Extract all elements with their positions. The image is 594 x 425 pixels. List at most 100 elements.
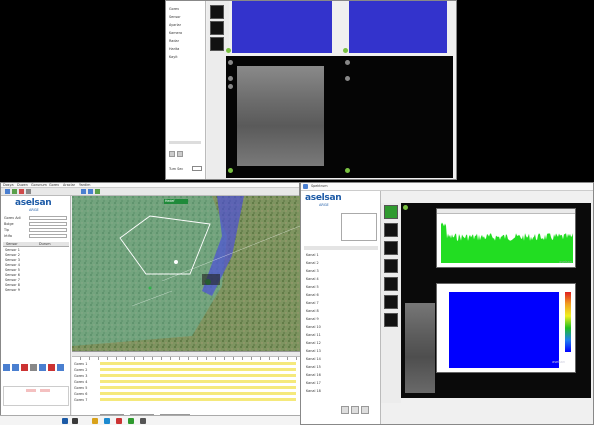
tool-button[interactable] [341, 406, 349, 414]
layout-6-button[interactable] [384, 295, 398, 309]
tree-item[interactable]: Kanal 18 [306, 389, 321, 393]
scrollbar[interactable] [169, 141, 201, 144]
play-button[interactable] [3, 364, 10, 371]
layout-2-button[interactable] [384, 223, 398, 237]
tool-button[interactable] [361, 406, 369, 414]
tree-item[interactable]: Kanal 6 [306, 293, 319, 297]
sidebar-row[interactable]: Ayarlar [169, 23, 181, 27]
layout-1-button[interactable] [210, 5, 224, 19]
start-icon[interactable] [62, 418, 68, 424]
layout-4-button[interactable] [384, 259, 398, 273]
tree-item[interactable]: Sensor 2 [5, 253, 20, 257]
camera-feed-3[interactable] [226, 56, 346, 178]
altitude-input[interactable] [29, 234, 67, 238]
remove-button[interactable] [48, 364, 55, 371]
tree-item[interactable]: Kanal 4 [306, 277, 319, 281]
app-icon[interactable] [140, 418, 146, 424]
sidebar-row[interactable]: Kayit [169, 55, 178, 59]
layout-7-button[interactable] [384, 313, 398, 327]
folder-icon[interactable] [92, 418, 98, 424]
timeline-track[interactable] [100, 368, 296, 371]
sidebar-row[interactable]: Gorev [169, 7, 179, 11]
menu-item[interactable]: Gorunum [31, 183, 47, 187]
tree-item[interactable]: Sensor 9 [5, 288, 20, 292]
sidebar-row[interactable]: Radar [169, 39, 179, 43]
tree-item[interactable]: Sensor 1 [5, 248, 20, 252]
tree-item[interactable]: Kanal 15 [306, 365, 321, 369]
region-input[interactable] [29, 222, 67, 226]
feed-control-icon[interactable] [228, 84, 233, 89]
camera-feed-2[interactable] [349, 1, 447, 53]
tree-item[interactable]: Kanal 1 [306, 253, 319, 257]
tool-button[interactable] [169, 151, 175, 157]
menu-item[interactable]: Duzen [17, 183, 28, 187]
camera-feed-1[interactable] [232, 1, 332, 53]
timeline-track[interactable] [100, 374, 296, 377]
tree-item[interactable]: Kanal 3 [306, 269, 319, 273]
app-icon[interactable] [128, 418, 134, 424]
tree-item[interactable]: Sensor 7 [5, 278, 20, 282]
pause-button[interactable] [12, 364, 19, 371]
tree-item[interactable]: Kanal 8 [306, 309, 319, 313]
spectrum-plot[interactable]: aselsan [436, 208, 576, 268]
waterfall-plot[interactable]: aselsan [436, 283, 576, 373]
tree-item[interactable]: Kanal 16 [306, 373, 321, 377]
menu-item[interactable]: Yardim [79, 183, 90, 187]
delete-button[interactable] [21, 364, 28, 371]
layout-1-button[interactable] [384, 205, 398, 219]
tree-item[interactable]: Kanal 11 [306, 333, 321, 337]
tree-item[interactable]: Kanal 12 [306, 341, 321, 345]
tool-button[interactable] [351, 406, 359, 414]
menu-item[interactable]: Araclar [63, 183, 75, 187]
timeline-track[interactable] [100, 362, 296, 365]
timeline-track[interactable] [100, 386, 296, 389]
tab-strip[interactable] [304, 246, 378, 250]
stop-icon[interactable] [19, 189, 24, 194]
menu-item[interactable]: Dosya [3, 183, 14, 187]
tree-item[interactable]: Sensor 3 [5, 258, 20, 262]
sidebar-row[interactable]: Kamera [169, 31, 182, 35]
layout-2-button[interactable] [210, 21, 224, 35]
tree-item[interactable]: Kanal 5 [306, 285, 319, 289]
layout-5-button[interactable] [384, 277, 398, 291]
tree-item[interactable]: Sensor 4 [5, 263, 20, 267]
app-icon[interactable] [116, 418, 122, 424]
tree-item[interactable]: Kanal 2 [306, 261, 319, 265]
layout-3-button[interactable] [384, 241, 398, 255]
add-button[interactable] [39, 364, 46, 371]
satellite-map[interactable]: Hedef [72, 196, 300, 351]
timeline-track[interactable] [100, 380, 296, 383]
export-button[interactable] [57, 364, 64, 371]
save-icon[interactable] [12, 189, 17, 194]
layout-3-button[interactable] [210, 37, 224, 51]
tool-button[interactable] [177, 151, 183, 157]
edit-button[interactable] [30, 364, 37, 371]
mission-name-input[interactable] [29, 216, 67, 220]
zoom-out-icon[interactable] [88, 189, 93, 194]
feed-control-icon[interactable] [228, 76, 233, 81]
pan-icon[interactable] [95, 189, 100, 194]
tree-item[interactable]: Kanal 9 [306, 317, 319, 321]
sidebar-row[interactable]: Harita [169, 47, 179, 51]
tree-item[interactable]: Sensor 5 [5, 268, 20, 272]
feed-control-icon[interactable] [345, 76, 350, 81]
tree-item[interactable]: Kanal 13 [306, 349, 321, 353]
timeline-track[interactable] [100, 392, 296, 395]
mode-select[interactable] [192, 166, 202, 171]
map-canvas[interactable] [72, 196, 300, 351]
camera-feed-4[interactable] [343, 56, 453, 178]
settings-box[interactable] [341, 213, 377, 241]
type-input[interactable] [29, 228, 67, 232]
tree-item[interactable]: Kanal 17 [306, 381, 321, 385]
tree-item[interactable]: Kanal 10 [306, 325, 321, 329]
tree-item[interactable]: Kanal 14 [306, 357, 321, 361]
tree-item[interactable]: Sensor 6 [5, 273, 20, 277]
open-icon[interactable] [5, 189, 10, 194]
timeline-track[interactable] [100, 398, 296, 401]
menu-item[interactable]: Gorev [49, 183, 59, 187]
search-icon[interactable] [72, 418, 78, 424]
tree-item[interactable]: Sensor 8 [5, 283, 20, 287]
settings-icon[interactable] [26, 189, 31, 194]
tree-item[interactable]: Kanal 7 [306, 301, 319, 305]
zoom-in-icon[interactable] [81, 189, 86, 194]
